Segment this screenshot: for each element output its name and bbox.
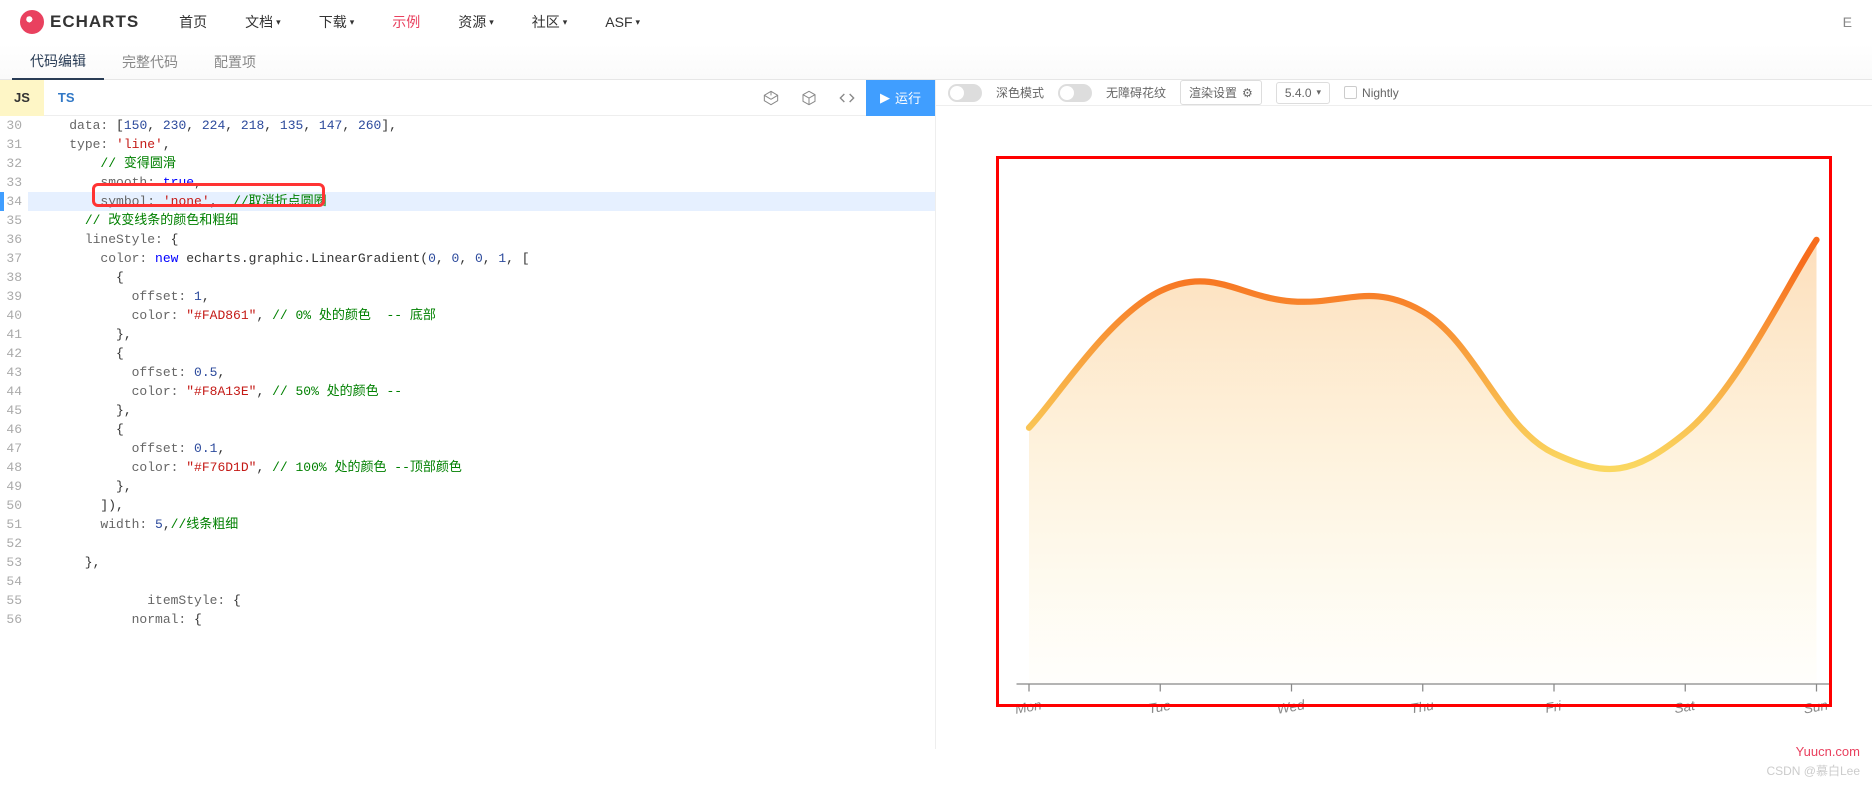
right-pane: 深色模式 无障碍花纹 渲染设置 ⚙ 5.4.0 ▾ Nightly MonTue… xyxy=(936,80,1872,749)
code-line: color: "#F76D1D", // 100% 处的颜色 --顶部颜色 xyxy=(28,458,935,477)
gear-icon: ⚙ xyxy=(1242,86,1253,100)
code-line: { xyxy=(28,344,935,363)
sub-tab[interactable]: 代码编辑 xyxy=(12,44,104,80)
logo-text: ECHARTS xyxy=(50,12,139,32)
code-line: offset: 1, xyxy=(28,287,935,306)
code-line: normal: { xyxy=(28,610,935,629)
nav-item[interactable]: 社区▾ xyxy=(532,12,568,32)
chevron-down-icon: ▾ xyxy=(276,17,281,28)
sub-tab[interactable]: 配置项 xyxy=(196,44,274,80)
code-line: }, xyxy=(28,401,935,420)
left-pane: JS TS ▶ 运行 30313233343536373839404142434… xyxy=(0,80,936,749)
chevron-down-icon: ▾ xyxy=(350,17,355,28)
code-icon[interactable] xyxy=(828,80,866,116)
code-area: data: [150, 230, 224, 218, 135, 147, 260… xyxy=(28,116,935,629)
code-line: offset: 0.1, xyxy=(28,439,935,458)
chevron-down-icon: ▾ xyxy=(1317,87,1322,98)
code-line: itemStyle: { xyxy=(28,591,935,610)
watermark-csdn: CSDN @慕白Lee xyxy=(1766,762,1860,779)
logo-icon xyxy=(20,10,44,34)
code-line xyxy=(28,572,935,591)
preview-toolbar: 深色模式 无障碍花纹 渲染设置 ⚙ 5.4.0 ▾ Nightly xyxy=(936,80,1872,106)
code-line: color: "#F8A13E", // 50% 处的颜色 -- xyxy=(28,382,935,401)
lang-tab-ts[interactable]: TS xyxy=(44,80,89,116)
a11y-toggle[interactable] xyxy=(1058,84,1092,102)
code-line: { xyxy=(28,420,935,439)
run-label: 运行 xyxy=(895,88,921,107)
code-line: }, xyxy=(28,553,935,572)
render-setting-label: 渲染设置 xyxy=(1189,84,1237,101)
watermark-yuucn: Yuucn.com xyxy=(1796,744,1860,759)
code-toolbar: JS TS ▶ 运行 xyxy=(0,80,935,116)
code-line: // 改变线条的颜色和粗细 xyxy=(28,211,935,230)
nav-item[interactable]: 首页 xyxy=(179,12,207,32)
nav-item[interactable]: 示例 xyxy=(392,12,420,32)
code-line: offset: 0.5, xyxy=(28,363,935,382)
sub-tab[interactable]: 完整代码 xyxy=(104,44,196,80)
dark-mode-toggle[interactable] xyxy=(948,84,982,102)
top-nav: ECHARTS 首页 文档▾ 下载▾ 示例 资源▾ 社区▾ ASF▾ E xyxy=(0,0,1872,44)
code-line: type: 'line', xyxy=(28,135,935,154)
version-label: 5.4.0 xyxy=(1285,86,1312,100)
code-editor[interactable]: 3031323334353637383940414243444546474849… xyxy=(0,116,935,749)
nav-item[interactable]: 资源▾ xyxy=(458,12,494,32)
tool-icons: ▶ 运行 xyxy=(752,80,935,115)
nav-item[interactable]: 文档▾ xyxy=(245,12,281,32)
code-line: data: [150, 230, 224, 218, 135, 147, 260… xyxy=(28,116,935,135)
code-line: color: new echarts.graphic.LinearGradien… xyxy=(28,249,935,268)
dark-mode-label: 深色模式 xyxy=(996,84,1044,101)
nav-item[interactable]: 下载▾ xyxy=(319,12,355,32)
chevron-down-icon: ▾ xyxy=(489,17,494,28)
code-line: width: 5,//线条粗细 xyxy=(28,515,935,534)
nav-item[interactable]: ASF▾ xyxy=(605,12,640,32)
line-gutter: 3031323334353637383940414243444546474849… xyxy=(0,116,28,629)
code-line: }, xyxy=(28,477,935,496)
code-line: // 变得圆滑 xyxy=(28,154,935,173)
code-line: color: "#FAD861", // 0% 处的颜色 -- 底部 xyxy=(28,306,935,325)
lang-tab-js[interactable]: JS xyxy=(0,80,44,116)
a11y-label: 无障碍花纹 xyxy=(1106,84,1166,101)
code-line: { xyxy=(28,268,935,287)
right-edge-text: E xyxy=(1843,14,1852,30)
version-select[interactable]: 5.4.0 ▾ xyxy=(1276,82,1330,104)
nav-items: 首页 文档▾ 下载▾ 示例 资源▾ 社区▾ ASF▾ xyxy=(179,12,640,32)
nightly-checkbox[interactable] xyxy=(1344,86,1357,99)
main: JS TS ▶ 运行 30313233343536373839404142434… xyxy=(0,80,1872,749)
nightly-label: Nightly xyxy=(1362,86,1399,100)
play-icon: ▶ xyxy=(880,90,890,106)
code-line: smooth: true, xyxy=(28,173,935,192)
chart-annotation-box xyxy=(996,156,1832,707)
chevron-down-icon: ▾ xyxy=(563,17,568,28)
sub-nav: 代码编辑完整代码配置项 xyxy=(0,44,1872,80)
nightly-row[interactable]: Nightly xyxy=(1344,86,1399,100)
chevron-down-icon: ▾ xyxy=(636,17,641,28)
box-icon[interactable] xyxy=(790,80,828,116)
logo[interactable]: ECHARTS xyxy=(20,10,139,34)
code-line: symbol: 'none', //取消折点圆圈 xyxy=(28,192,935,211)
run-button[interactable]: ▶ 运行 xyxy=(866,80,935,116)
code-line: }, xyxy=(28,325,935,344)
code-line: ]), xyxy=(28,496,935,515)
chart-preview: MonTueWedThuFriSatSun Yuucn.com CSDN @慕白… xyxy=(936,106,1872,787)
codepen-icon[interactable] xyxy=(752,80,790,116)
code-line: lineStyle: { xyxy=(28,230,935,249)
code-line xyxy=(28,534,935,553)
render-setting-select[interactable]: 渲染设置 ⚙ xyxy=(1180,80,1262,105)
